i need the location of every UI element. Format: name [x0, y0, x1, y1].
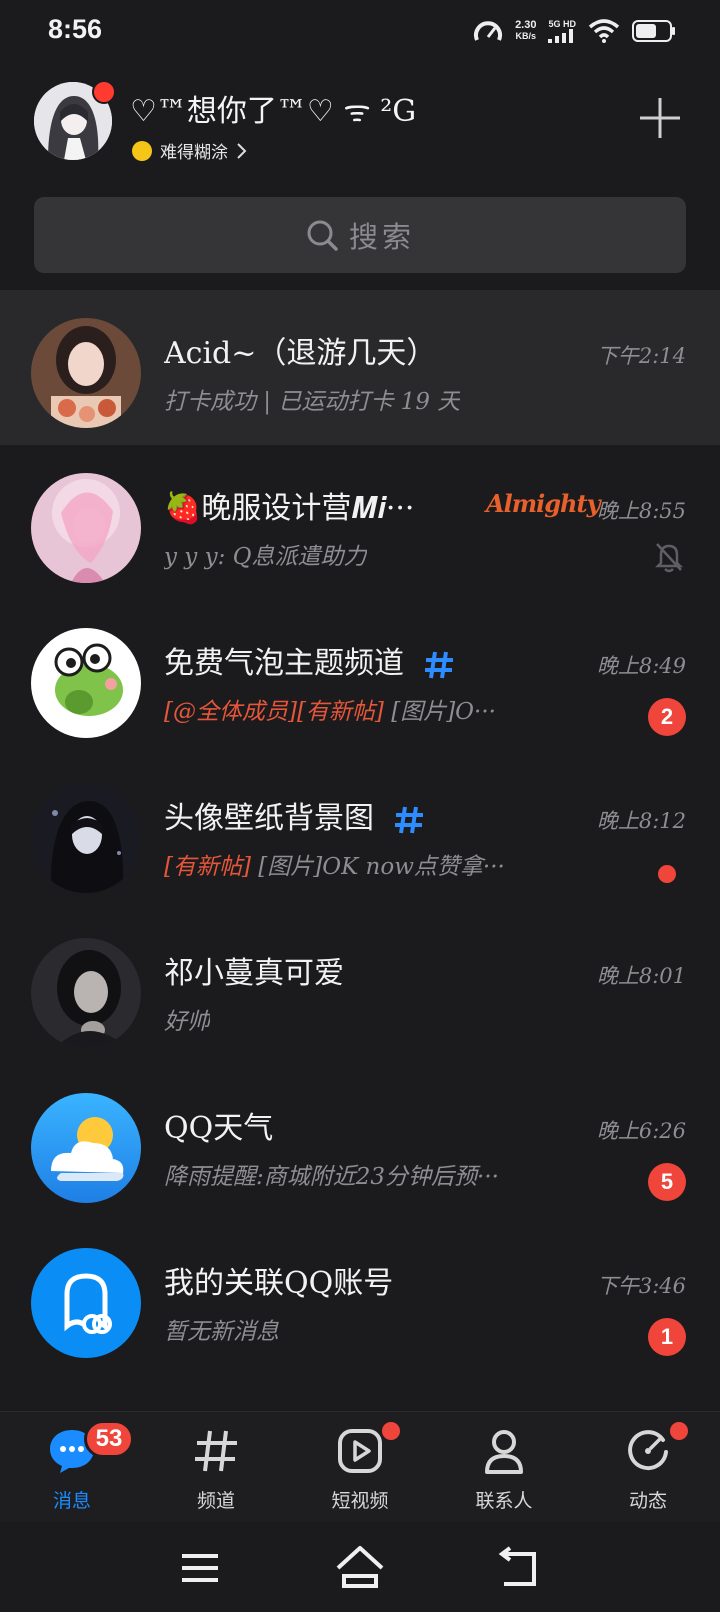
- chat-avatar: [31, 938, 141, 1048]
- channel-hash-icon: [394, 806, 423, 834]
- net-type-label: 5G HD: [548, 19, 576, 29]
- status-time: 8:56: [48, 14, 103, 44]
- chevron-right-icon: [237, 142, 247, 159]
- chat-time: 晚上8:55: [596, 499, 686, 523]
- unread-badge: 2: [648, 698, 686, 736]
- chat-preview-highlight: [@全体成员][有新帖]: [164, 699, 384, 725]
- video-play-icon: [338, 1429, 382, 1473]
- avatar-notification-dot: [92, 80, 116, 104]
- tab-label: 动态: [628, 1490, 667, 1512]
- chat-name: 免费气泡主题频道: [164, 638, 456, 682]
- user-status[interactable]: 难得糊涂: [132, 138, 248, 163]
- tab-channels[interactable]: 频道: [144, 1412, 288, 1522]
- chat-preview: [@全体成员][有新帖] [图片]O···: [164, 692, 496, 726]
- chat-name: QQ天气: [164, 1111, 274, 1146]
- chat-preview-text: [图片]OK now点赞拿···: [250, 854, 505, 880]
- unread-dot: [658, 865, 676, 883]
- chat-item[interactable]: QQ天气 晚上6:26 降雨提醒:商城附近23分钟后预··· 5: [0, 1065, 720, 1220]
- chat-name-text: 免费气泡主题频道: [164, 646, 404, 681]
- tab-label: 频道: [196, 1490, 235, 1512]
- channel-hash-icon: [424, 651, 453, 679]
- tab-moments[interactable]: 动态: [576, 1412, 720, 1522]
- chat-preview: y y y: Q息派遣助力: [164, 544, 367, 570]
- tab-short-video-dot: [380, 1420, 402, 1442]
- profile-header: ♡™想你了™♡ ᯤ ²G 难得糊涂: [0, 66, 720, 190]
- net-speed: 2.30 KB/s: [515, 20, 536, 42]
- status-bar: 8:56 2.30 KB/s 5G HD: [0, 0, 720, 66]
- chat-item[interactable]: 我的关联QQ账号 下午3:46 暂无新消息 1: [0, 1220, 720, 1375]
- chat-item[interactable]: 祁小蔓真可爱 晚上8:01 好帅: [0, 910, 720, 1065]
- chat-time: 晚上8:01: [596, 964, 686, 988]
- chat-avatar: [31, 473, 141, 583]
- tab-label: 联系人: [475, 1490, 533, 1512]
- signal-icon: [548, 29, 574, 43]
- menu-icon[interactable]: [172, 1540, 228, 1596]
- tab-label: 短视频: [331, 1490, 389, 1512]
- status-emoji-icon: [132, 140, 152, 161]
- chat-item[interactable]: Acid~（退游几天） 下午2:14 打卡成功 | 已运动打卡 19 天: [0, 290, 720, 445]
- chat-time: 下午2:14: [596, 344, 686, 368]
- bottom-tab-bar: 53 消息 频道 短视频 联系人 动态: [0, 1411, 720, 1522]
- net-speed-unit: KB/s: [515, 31, 537, 41]
- chat-list: Acid~（退游几天） 下午2:14 打卡成功 | 已运动打卡 19 天 🍓晚服…: [0, 290, 720, 1375]
- chat-preview-highlight: [有新帖]: [164, 854, 251, 880]
- chat-preview: 好帅: [164, 1009, 210, 1035]
- add-button[interactable]: [636, 94, 684, 142]
- person-icon: [485, 1430, 523, 1474]
- chat-name: 头像壁纸背景图: [164, 793, 426, 837]
- chat-preview-text: [图片]O···: [383, 699, 496, 725]
- battery-icon: [632, 20, 675, 42]
- search-bar[interactable]: 搜索: [34, 197, 686, 273]
- chat-name: 我的关联QQ账号: [164, 1266, 394, 1301]
- cellular-signal: 5G HD: [548, 19, 576, 43]
- chat-avatar: [31, 1093, 141, 1203]
- tab-messages-badge: 53: [84, 1420, 134, 1458]
- chat-name: Acid~（退游几天）: [164, 336, 437, 371]
- unread-badge: 1: [648, 1318, 686, 1356]
- chat-item[interactable]: 头像壁纸背景图 晚上8:12 [有新帖] [图片]OK now点赞拿···: [0, 755, 720, 910]
- user-nickname[interactable]: ♡™想你了™♡ ᯤ ²G: [130, 86, 416, 130]
- tab-label: 消息: [52, 1490, 91, 1512]
- status-icons: 2.30 KB/s 5G HD: [473, 18, 676, 44]
- chat-avatar: [31, 318, 141, 428]
- speedometer-icon: [474, 21, 503, 41]
- chat-avatar: [31, 628, 141, 738]
- chat-time: 下午3:46: [596, 1274, 686, 1298]
- tab-contacts[interactable]: 联系人: [432, 1412, 576, 1522]
- home-icon[interactable]: [332, 1540, 388, 1596]
- moments-icon: [628, 1430, 668, 1471]
- wifi-icon: [588, 19, 620, 43]
- chat-name: 祁小蔓真可爱: [164, 956, 344, 991]
- unread-badge: 5: [648, 1163, 686, 1201]
- chat-avatar: [31, 1248, 141, 1358]
- chat-avatar: [31, 783, 141, 893]
- search-label: 搜索: [348, 220, 415, 254]
- net-speed-value: 2.30: [515, 19, 537, 31]
- chat-time: 晚上8:49: [596, 654, 686, 678]
- chat-name: 🍓晚服设计营𝑴𝒊···: [164, 491, 415, 526]
- system-nav-bar: [0, 1522, 720, 1612]
- chat-preview: [有新帖] [图片]OK now点赞拿···: [164, 847, 505, 881]
- mute-bell-icon: [654, 543, 684, 573]
- chat-preview: 降雨提醒:商城附近23分钟后预···: [164, 1164, 499, 1190]
- tab-short-video[interactable]: 短视频: [288, 1412, 432, 1522]
- chat-time: 晚上8:12: [596, 809, 686, 833]
- chat-time: 晚上6:26: [596, 1119, 686, 1143]
- chat-preview: 打卡成功 | 已运动打卡 19 天: [164, 389, 461, 415]
- tab-messages[interactable]: 53 消息: [0, 1412, 144, 1522]
- back-icon[interactable]: [492, 1540, 548, 1596]
- hash-icon: [195, 1430, 237, 1472]
- chat-preview: 暂无新消息: [164, 1319, 279, 1345]
- chat-item[interactable]: 免费气泡主题频道 晚上8:49 [@全体成员][有新帖] [图片]O··· 2: [0, 600, 720, 755]
- almighty-tag: Almighty: [486, 489, 601, 518]
- user-status-text: 难得糊涂: [160, 143, 228, 163]
- chat-item[interactable]: 🍓晚服设计营𝑴𝒊··· Almighty 晚上8:55 y y y: Q息派遣助…: [0, 445, 720, 600]
- tab-moments-dot: [668, 1420, 690, 1442]
- chat-name-text: 头像壁纸背景图: [164, 801, 374, 836]
- search-icon: [307, 220, 338, 251]
